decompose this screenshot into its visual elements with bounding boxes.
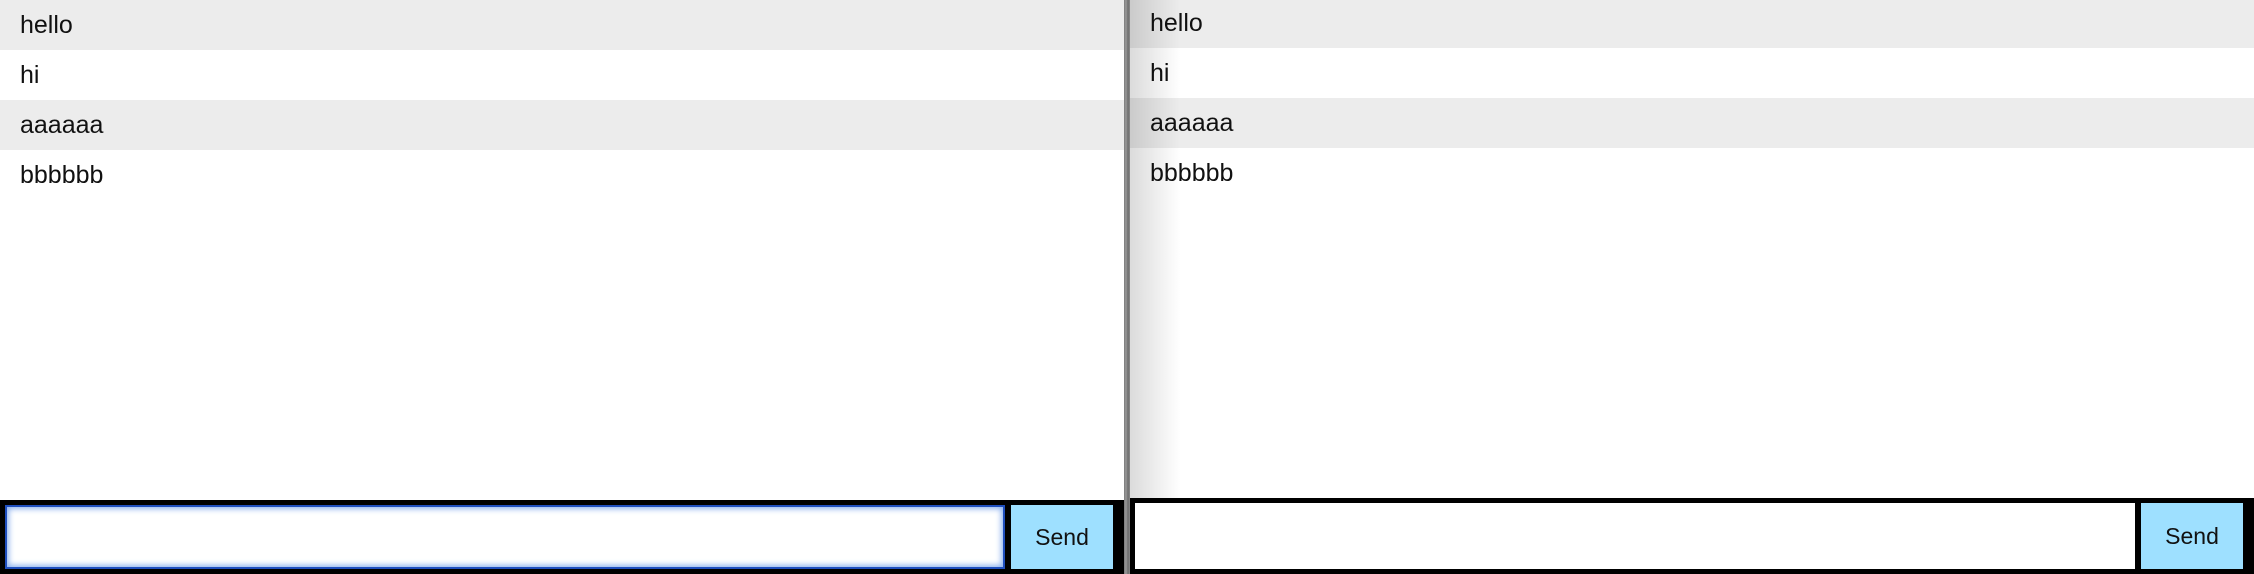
message-item: bbbbbb (0, 150, 1124, 200)
message-item: hello (0, 0, 1124, 50)
message-item: aaaaaa (0, 100, 1124, 150)
send-button[interactable]: Send (2141, 503, 2243, 569)
message-item: hi (0, 50, 1124, 100)
message-composer: Send (0, 500, 1124, 574)
message-list: hello hi aaaaaa bbbbbb (1130, 0, 2254, 198)
chat-pane-left: hello hi aaaaaa bbbbbb Send (0, 0, 1124, 574)
message-list: hello hi aaaaaa bbbbbb (0, 0, 1124, 200)
chat-pane-right: hello hi aaaaaa bbbbbb Send (1130, 0, 2254, 574)
message-item: hello (1130, 0, 2254, 48)
message-item: bbbbbb (1130, 148, 2254, 198)
message-input[interactable] (5, 505, 1005, 569)
message-item: aaaaaa (1130, 98, 2254, 148)
message-item: hi (1130, 48, 2254, 98)
split-view: hello hi aaaaaa bbbbbb Send hello hi aaa… (0, 0, 2254, 574)
send-button[interactable]: Send (1011, 505, 1113, 569)
message-input[interactable] (1135, 503, 2135, 569)
message-composer: Send (1130, 498, 2254, 574)
